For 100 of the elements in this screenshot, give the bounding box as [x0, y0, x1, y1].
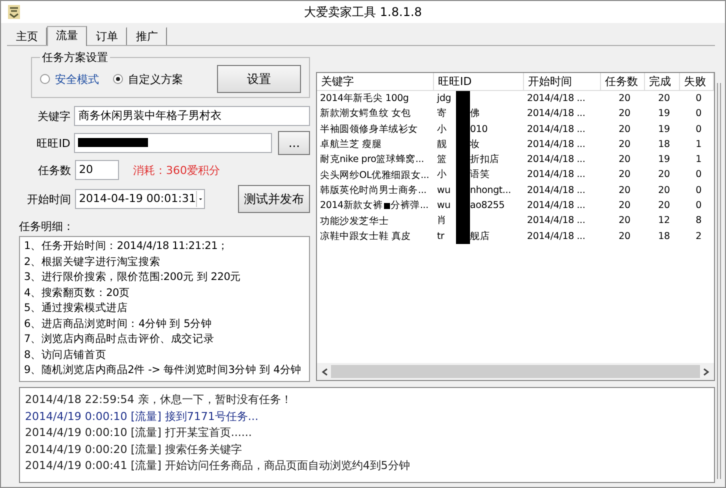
- detail-line: 5、通过搜索模式进店: [24, 301, 129, 316]
- table-cell-text: 18: [657, 138, 671, 152]
- column-header[interactable]: 开始时间: [524, 73, 601, 91]
- table-cell-text: 肖: [436, 214, 448, 228]
- field-label: 关键字: [36, 108, 72, 124]
- table-cell-text: 2014/4/18 ...: [526, 107, 586, 122]
- horizontal-scrollbar[interactable]: [317, 363, 714, 380]
- table-cell-text: 2014/4/18 ...: [526, 184, 586, 198]
- table-cell-text: 19: [657, 122, 671, 137]
- table-cell-text: 20: [618, 138, 632, 152]
- table-cell-text: 韩版英伦时尚男士商务...: [320, 184, 426, 198]
- column-header[interactable]: 完成: [645, 73, 680, 91]
- table-cell-text: 20: [657, 168, 671, 182]
- tab[interactable]: 订单: [87, 27, 127, 45]
- table-cell-text: 2014/4/18 ...: [526, 214, 586, 228]
- table-cell-text: 2014/4/18 ...: [526, 92, 586, 106]
- table-cell-text: 0: [694, 92, 702, 106]
- log-line: 2014/4/18 22:59:54 亲，休息一下，暂时没有任务！: [25, 392, 293, 408]
- table-cell-text: 0: [694, 168, 702, 182]
- table-cell-text: 19: [657, 153, 671, 168]
- detail-line: 2、根据关键字进行淘宝搜索: [24, 254, 162, 270]
- tab[interactable]: 推广: [127, 27, 167, 45]
- detail-line: 3、进行限价搜索，限价范围:200元 到 220元: [24, 270, 242, 285]
- table-cell-text: 半袖圆领修身羊绒衫女: [320, 122, 418, 137]
- column-header[interactable]: 任务数: [601, 73, 645, 91]
- column-header[interactable]: 失败: [680, 73, 714, 91]
- table-cell-text: 1: [694, 153, 702, 168]
- table-cell-text: wu: [436, 184, 452, 198]
- table-cell-text: 8: [694, 214, 702, 228]
- redaction-bar: [456, 228, 470, 244]
- table-cell-text: 2014/4/18 ...: [526, 230, 586, 244]
- table-cell-text: 20: [657, 184, 671, 198]
- table-cell-text: 2014/4/18 ...: [526, 153, 586, 168]
- scroll-left-icon[interactable]: [321, 368, 329, 376]
- log-line: 2014/4/19 0:00:20 [流量] 搜索任务关键字: [25, 442, 243, 458]
- table-cell-text: 2014/4/18 ...: [526, 122, 586, 137]
- table-cell-text: 卓航兰芝 瘦腿: [320, 138, 382, 152]
- table-cell-text: 篮: [436, 153, 448, 168]
- table-cell-text: 尖头网纱OL优雅细跟女...: [320, 168, 430, 183]
- table-cell-text: 20: [618, 153, 632, 168]
- table-cell-text: 010: [470, 122, 489, 137]
- table-cell-text: 妆: [470, 138, 481, 152]
- table-cell-text: 2014/4/18 ...: [526, 199, 586, 214]
- detail-line: 1、任务开始时间：2014/4/18 11:21:21；: [24, 239, 230, 254]
- radio-button[interactable]: [113, 74, 123, 84]
- table-cell-text: 20: [618, 107, 632, 122]
- table-cell-text: ao8255: [470, 199, 506, 214]
- tab[interactable]: 流量: [47, 26, 87, 46]
- table-cell-text: 18: [657, 230, 671, 244]
- table-cell-text: 2014新款女裤: [320, 199, 383, 214]
- table-cell-text: 12: [657, 214, 671, 228]
- table-cell-text: 1: [694, 138, 702, 152]
- publish-button[interactable]: 测试并发布: [238, 185, 310, 213]
- table-cell-text: 20: [618, 168, 632, 182]
- table-cell-text: nhongt...: [470, 184, 512, 198]
- table-cell-text: 耐克nike pro篮球蜂窝...: [320, 153, 424, 168]
- radio-button[interactable]: [40, 74, 50, 84]
- table-cell-text: 20: [657, 199, 671, 214]
- table-cell-text: 舰店: [470, 230, 491, 244]
- table-cell-text: 2: [694, 230, 702, 244]
- table-cell-text: 寄: [436, 107, 448, 122]
- table-cell-text: 0: [694, 122, 702, 137]
- table-cell-text: 0: [694, 184, 702, 198]
- table-cell-text: 功能沙发芝华士: [320, 214, 389, 229]
- table-cell-text: 小: [436, 168, 448, 182]
- table-cell-text: 凉鞋中跟女士鞋 真皮: [320, 230, 412, 244]
- scroll-right-icon[interactable]: [702, 368, 710, 376]
- cost-text: 消耗：360爱积分: [133, 162, 220, 178]
- details-label: 任务明细：: [19, 219, 75, 234]
- log-line: 2014/4/19 0:00:10 [流量] 打开某宝首页......: [25, 425, 253, 441]
- field-label: 任务数: [37, 162, 72, 178]
- caret-icon: [196, 191, 204, 207]
- radio-label: 自定义方案: [128, 72, 183, 86]
- table-cell-text: wu: [436, 199, 452, 214]
- log-line: 2014/4/19 0:00:41 [流量] 开始访问任务商品，商品页面自动浏览约4到5分钟: [25, 458, 411, 474]
- table-cell-text: 20: [618, 184, 632, 198]
- column-header[interactable]: 关键字: [317, 73, 434, 91]
- log-line: 2014/4/19 0:00:10 [流量] 接到7171号任务...: [25, 408, 260, 424]
- date-time-picker[interactable]: 2014-04-19 00:01:31: [75, 189, 205, 209]
- radio-label: 安全模式: [55, 72, 99, 86]
- table-cell-text: 佛: [470, 107, 481, 122]
- keyword-field[interactable]: 商务休闲男装中年格子男村衣: [74, 106, 310, 126]
- table-cell-text: 2014/4/18 ...: [526, 138, 586, 152]
- table-cell-text: 语笑: [470, 168, 491, 182]
- id-field[interactable]: [74, 133, 272, 153]
- window-title: 大爱卖家工具 1.8.1.8: [304, 4, 422, 20]
- field-label: 开始时间: [26, 192, 72, 206]
- table-cell-text: 20: [657, 92, 671, 106]
- redaction-bar: [456, 91, 470, 106]
- count-field[interactable]: 20: [75, 160, 119, 180]
- browse-button[interactable]: ...: [278, 131, 310, 155]
- table-cell-text: 2014年新毛尖 100g: [320, 92, 409, 106]
- table-cell-text: 小: [436, 122, 448, 137]
- table-cell-text: 新款潮女鳄鱼纹 女包: [320, 107, 412, 122]
- table-cell-text: 0: [694, 199, 702, 214]
- detail-line: 8、访问店铺首页: [24, 348, 108, 362]
- detail-line: 7、浏览店内商品时点击评价、成交记录: [24, 332, 216, 347]
- table-cell-text: 20: [618, 199, 632, 214]
- detail-line: 9、随机浏览店内商品2件 -> 每件浏览时间3分钟 到 4分钟: [24, 363, 302, 378]
- settings-button[interactable]: 设置: [217, 65, 301, 93]
